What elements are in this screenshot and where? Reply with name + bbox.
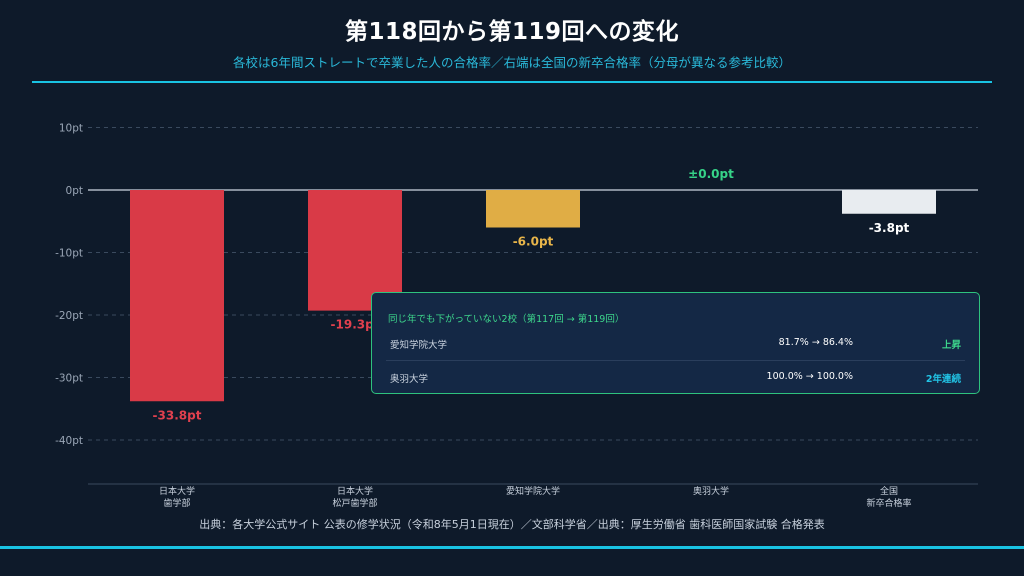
x-tick-label: 日本大学 (337, 485, 373, 497)
bar-chart: 10pt0pt-10pt-20pt-30pt-40pt-33.8pt日本大学歯学… (55, 123, 978, 509)
y-tick-label: 10pt (59, 123, 83, 135)
x-tick-label: 新卒合格率 (866, 497, 911, 509)
y-tick-label: -30pt (55, 373, 83, 385)
x-tick-label: 奥羽大学 (693, 485, 729, 497)
bar (486, 190, 580, 228)
x-tick-label: 全国 (880, 485, 898, 497)
y-tick-label: -40pt (55, 435, 83, 447)
x-tick-label: 松戸歯学部 (332, 497, 377, 509)
panel-title: 同じ年でも下がっていない2校（第117回 → 第119回） (388, 314, 625, 325)
data-label: ±0.0pt (688, 167, 734, 181)
bar (842, 190, 936, 214)
panel-row-aichi: 愛知学院大学 81.7% → 86.4% 上昇 (372, 337, 979, 351)
panel-row-school: 奥羽大学 (390, 374, 429, 385)
y-tick-label: -20pt (55, 310, 83, 322)
data-label: -6.0pt (513, 235, 554, 249)
panel-row-change: 100.0% → 100.0% (766, 371, 853, 382)
data-label: -3.8pt (869, 221, 910, 235)
x-tick-label: 歯学部 (163, 497, 190, 509)
info-panel: 同じ年でも下がっていない2校（第117回 → 第119回） 愛知学院大学 81.… (371, 292, 980, 394)
panel-row-school: 愛知学院大学 (390, 340, 448, 351)
bar (130, 190, 224, 402)
panel-divider (386, 360, 965, 361)
source-note: 出典：各大学公式サイト 公表の修学状況（令和8年5月1日現在）／文部科学省／出典… (199, 518, 825, 531)
panel-row-change: 81.7% → 86.4% (778, 337, 853, 348)
footer-rule (0, 546, 1024, 549)
panel-row-status: 上昇 (941, 340, 961, 351)
y-tick-label: -10pt (55, 248, 83, 260)
panel-row-status: 2年連続 (925, 374, 961, 385)
y-tick-label: 0pt (66, 185, 83, 197)
panel-row-ou: 奥羽大学 100.0% → 100.0% 2年連続 (372, 371, 979, 385)
x-tick-label: 愛知学院大学 (506, 485, 560, 497)
x-tick-label: 日本大学 (159, 485, 195, 497)
data-label: -33.8pt (153, 408, 202, 422)
